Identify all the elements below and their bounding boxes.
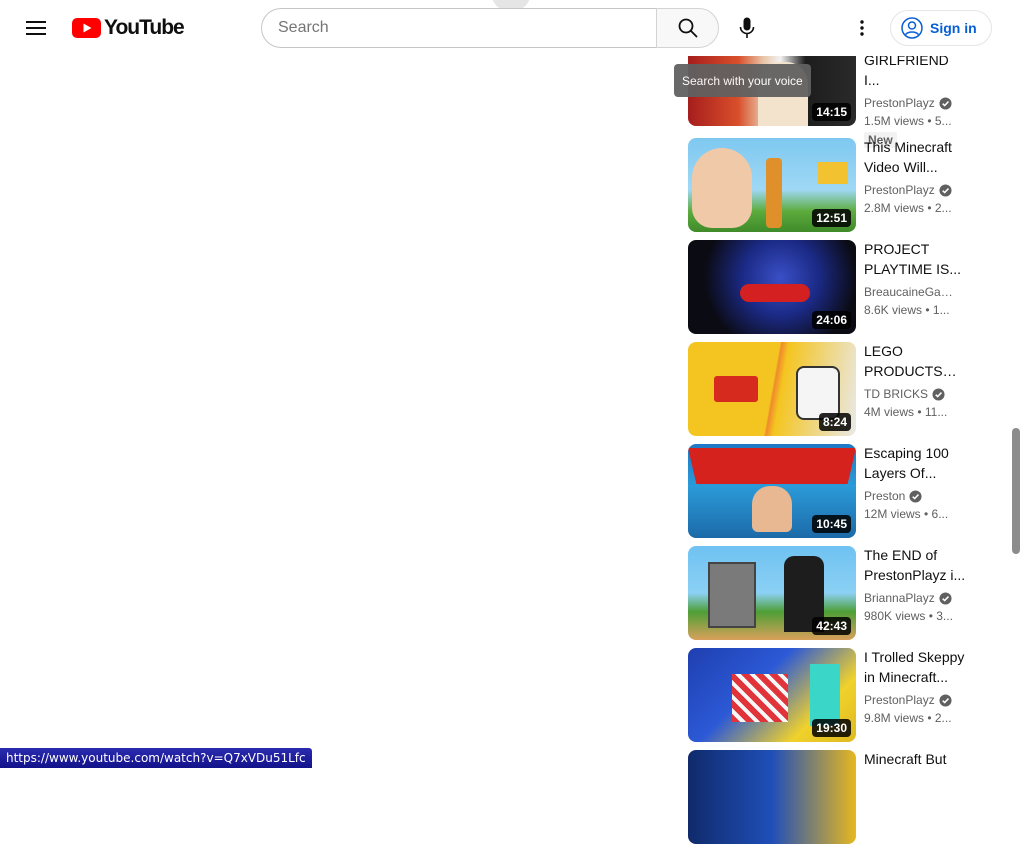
voice-search-tooltip: Search with your voice xyxy=(674,64,811,97)
thumbnail-figure xyxy=(810,664,840,726)
video-duration: 24:06 xyxy=(812,311,851,329)
related-video-item[interactable]: 10:45 Escaping 100 Layers Of... Preston … xyxy=(688,444,978,538)
video-title[interactable]: PROJECT PLAYTIME IS... xyxy=(864,239,968,279)
account-circle-icon xyxy=(901,17,923,39)
verified-check-icon xyxy=(909,489,922,503)
related-video-item[interactable]: Minecraft But xyxy=(688,750,978,844)
search-icon xyxy=(678,18,697,38)
verified-check-icon xyxy=(939,183,952,197)
thumbnail-element xyxy=(688,448,856,484)
video-thumbnail[interactable]: 8:24 xyxy=(688,342,856,436)
video-thumbnail[interactable]: 42:43 xyxy=(688,546,856,640)
page-scrollbar-thumb[interactable] xyxy=(1012,428,1020,554)
logo-text: YouTube xyxy=(104,16,185,39)
video-stats: 8.6K views • 1... xyxy=(864,303,950,317)
video-thumbnail[interactable] xyxy=(688,750,856,844)
video-title[interactable]: Minecraft But xyxy=(864,749,968,769)
thumbnail-element xyxy=(708,562,756,628)
microphone-icon xyxy=(739,17,755,38)
search-input[interactable] xyxy=(261,8,656,48)
video-duration: 42:43 xyxy=(812,617,851,635)
youtube-logo[interactable]: YouTube xyxy=(72,16,185,40)
video-stats: 9.8M views • 2... xyxy=(864,711,952,725)
video-duration: 10:45 xyxy=(812,515,851,533)
channel-name[interactable]: BreaucaineGami... xyxy=(864,283,960,301)
video-stats: 12M views • 6... xyxy=(864,507,949,521)
channel-name[interactable]: BriannaPlayz xyxy=(864,589,935,607)
video-title[interactable]: Escaping 100 Layers Of... xyxy=(864,443,968,483)
verified-check-icon xyxy=(932,387,945,401)
video-stats: 4M views • 11... xyxy=(864,405,948,419)
thumbnail-element xyxy=(714,376,758,402)
thumbnail-element xyxy=(740,284,810,302)
video-title[interactable]: GIRLFRIEND I... xyxy=(864,50,968,90)
link-status-bar: https://www.youtube.com/watch?v=Q7xVDu51… xyxy=(0,748,312,768)
video-title[interactable]: LEGO PRODUCTS yo... xyxy=(864,341,968,381)
video-stats: 980K views • 3... xyxy=(864,609,953,623)
thumbnail-figure xyxy=(752,486,792,532)
related-video-item[interactable]: 42:43 The END of PrestonPlayz i... Brian… xyxy=(688,546,978,640)
verified-check-icon xyxy=(939,693,952,707)
more-vertical-icon xyxy=(860,20,864,36)
video-thumbnail[interactable]: 10:45 xyxy=(688,444,856,538)
channel-line: BreaucaineGami... xyxy=(864,283,968,301)
thumbnail-element xyxy=(818,162,848,184)
video-duration: 12:51 xyxy=(812,209,851,227)
related-video-item[interactable]: 19:30 I Trolled Skeppy in Minecraft... P… xyxy=(688,648,978,742)
thumbnail-figure xyxy=(692,148,752,228)
related-video-item[interactable]: 8:24 LEGO PRODUCTS yo... TD BRICKS 4M vi… xyxy=(688,342,978,436)
related-video-item[interactable]: 12:51 This Minecraft Video Will... Prest… xyxy=(688,138,978,232)
guide-menu-button[interactable] xyxy=(16,8,56,48)
channel-name[interactable]: PrestonPlayz xyxy=(864,181,935,199)
hamburger-menu-icon xyxy=(26,21,46,35)
channel-name[interactable]: PrestonPlayz xyxy=(864,691,935,709)
video-duration: 19:30 xyxy=(812,719,851,737)
settings-more-button[interactable] xyxy=(842,8,882,48)
masthead: YouTube Sign in xyxy=(0,0,1024,56)
video-thumbnail[interactable]: 24:06 xyxy=(688,240,856,334)
related-video-item[interactable]: 24:06 PROJECT PLAYTIME IS... BreaucaineG… xyxy=(688,240,978,334)
video-title[interactable]: I Trolled Skeppy in Minecraft... xyxy=(864,647,968,687)
search-button[interactable] xyxy=(656,8,719,48)
thumbnail-element xyxy=(766,158,782,228)
video-title[interactable]: This Minecraft Video Will... xyxy=(864,137,968,177)
sign-in-button[interactable]: Sign in xyxy=(890,10,992,46)
video-title[interactable]: The END of PrestonPlayz i... xyxy=(864,545,968,585)
video-duration: 8:24 xyxy=(818,413,851,431)
video-thumbnail[interactable]: 19:30 xyxy=(688,648,856,742)
youtube-play-icon xyxy=(72,18,101,38)
channel-line: BriannaPlayz xyxy=(864,589,968,607)
verified-check-icon xyxy=(939,591,952,605)
voice-search-button[interactable] xyxy=(727,8,767,48)
channel-line: TD BRICKS xyxy=(864,385,968,403)
thumbnail-element xyxy=(732,674,788,722)
video-stats: 1.5M views • 5... xyxy=(864,114,952,128)
channel-name[interactable]: Preston xyxy=(864,487,905,505)
channel-name[interactable]: PrestonPlayz xyxy=(864,94,935,112)
channel-name[interactable]: TD BRICKS xyxy=(864,385,928,403)
channel-line: Preston xyxy=(864,487,968,505)
channel-line: PrestonPlayz xyxy=(864,94,968,112)
video-stats: 2.8M views • 2... xyxy=(864,201,952,215)
video-thumbnail[interactable]: 12:51 xyxy=(688,138,856,232)
search-box xyxy=(261,8,719,48)
channel-line: PrestonPlayz xyxy=(864,691,968,709)
sign-in-label: Sign in xyxy=(930,20,977,36)
verified-check-icon xyxy=(939,96,952,110)
thumbnail-element xyxy=(796,366,840,420)
video-duration: 14:15 xyxy=(812,103,851,121)
thumbnail-image xyxy=(688,750,856,844)
channel-line: PrestonPlayz xyxy=(864,181,968,199)
